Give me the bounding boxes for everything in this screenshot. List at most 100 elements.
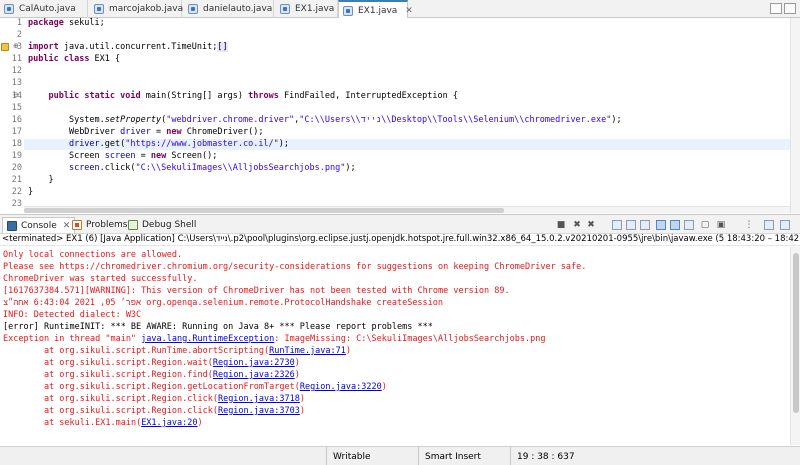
show-on-stderr-icon[interactable] [670, 220, 680, 230]
tab-label: Debug Shell [142, 220, 197, 230]
editor-tab-calauto[interactable]: CalAuto.java [0, 0, 88, 18]
line-number: 13 [11, 78, 22, 88]
editor-tab-ex1-active[interactable]: EX1.java ✕ [338, 0, 413, 19]
code-editor[interactable]: 1 2 ⊕ 3 11 12 13 ⊖ 14 15 16 17 18 19 20 … [0, 18, 800, 213]
code-line-11: public class EX1 { [28, 54, 121, 64]
word-wrap-icon[interactable] [640, 220, 650, 230]
console-output[interactable]: Only local connections are allowed. Plea… [0, 247, 790, 445]
line-number: 14 [11, 91, 22, 101]
line-number: 11 [11, 54, 22, 64]
editor-tab-label: EX1.java [358, 5, 398, 16]
editor-vertical-scrollbar[interactable] [790, 18, 800, 213]
stack-trace-line: at org.sikuli.script.Region.wait(Region.… [33, 358, 300, 368]
line-number: 21 [11, 175, 22, 185]
editor-horizontal-scrollbar[interactable] [24, 206, 790, 213]
editor-window-controls [770, 3, 796, 14]
scrollbar-thumb[interactable] [24, 208, 504, 213]
line-number: 1 [16, 18, 22, 28]
open-console-icon[interactable]: ▣ [716, 220, 726, 230]
console-line: ChromeDriver was started successfully. [3, 274, 198, 284]
stack-trace-line: at org.sikuli.script.Region.click(Region… [33, 394, 305, 404]
clear-console-icon[interactable] [612, 220, 622, 230]
java-file-icon [4, 4, 14, 14]
stack-trace-link[interactable]: EX1.java:20 [141, 418, 197, 428]
code-line-3: import java.util.concurrent.TimeUnit;[] [28, 42, 228, 52]
console-line: Please see https://chromedriver.chromium… [3, 262, 587, 272]
warning-icon [1, 43, 9, 51]
line-number: 2 [16, 30, 22, 40]
close-tab-icon[interactable]: ✕ [405, 6, 413, 16]
console-line: [1617637384.571][WARNING]: This version … [3, 286, 510, 296]
editor-tab-label: marcojakob.java [109, 4, 184, 14]
pin-icon[interactable] [684, 220, 694, 230]
console-line: INFO: Detected dialect: W3C [3, 310, 142, 320]
launch-description: <terminated> EX1 (6) [Java Application] … [0, 234, 800, 246]
code-line-20: screen.click("C:\\SekuliImages\\AlljobsS… [68, 163, 356, 173]
editor-tab-label: EX1.java [295, 4, 335, 14]
code-line-16: System.setProperty("webdriver.chrome.dri… [68, 115, 622, 125]
minimize-icon[interactable] [770, 3, 782, 14]
maximize-icon[interactable] [784, 3, 796, 14]
remove-launch-icon[interactable]: ✖ [572, 220, 582, 230]
code-line-1: package sekuli; [28, 18, 105, 28]
show-on-stdout-icon[interactable] [656, 220, 666, 230]
stack-trace-link[interactable]: RunTime.java:71 [269, 346, 346, 356]
editor-tab-label: CalAuto.java [19, 4, 76, 14]
tab-console[interactable]: Console ✕ [2, 217, 76, 233]
display-selected-console-icon[interactable]: ▢ [700, 220, 710, 230]
line-number: 20 [11, 163, 22, 173]
line-number: 23 [11, 199, 22, 209]
line-number: 15 [11, 103, 22, 113]
console-icon [7, 220, 17, 231]
exception-line: Exception in thread "main" java.lang.Run… [3, 334, 546, 344]
remove-all-icon[interactable]: ✖ [586, 220, 596, 230]
line-number: 16 [11, 115, 22, 125]
terminate-icon[interactable]: ■ [556, 220, 566, 230]
code-line-14: public static void main(String[] args) t… [48, 91, 458, 101]
stack-trace-line: at org.sikuli.script.Region.find(Region.… [33, 370, 300, 380]
stack-trace-line: at sekuli.EX1.main(EX1.java:20) [33, 418, 203, 428]
editor-tab-bar: CalAuto.java marcojakob.java danielauto.… [0, 0, 800, 19]
console-line: אפר׳ 05, 2021 6:43:04 אחה״צ org.openqa.s… [3, 298, 444, 308]
stack-trace-link[interactable]: Region.java:2326 [213, 370, 295, 380]
code-text-area[interactable]: package sekuli; import java.util.concurr… [28, 18, 788, 213]
tab-debug-shell[interactable]: Debug Shell [128, 217, 196, 233]
stack-trace-line: at org.sikuli.script.Region.getLocationF… [33, 382, 387, 392]
tab-problems[interactable]: Problems [72, 217, 127, 233]
stack-trace-line: at org.sikuli.script.Region.click(Region… [33, 406, 305, 416]
code-line-21: } [48, 175, 54, 185]
status-insert-mode: Smart Insert [418, 447, 510, 465]
scroll-lock-icon[interactable] [626, 220, 636, 230]
code-line-17: WebDriver driver = new ChromeDriver(); [68, 127, 264, 137]
stack-trace-link[interactable]: Region.java:2730 [213, 358, 295, 368]
console-line: Only local connections are allowed. [3, 250, 183, 260]
code-line-22: } [28, 187, 34, 197]
tab-label: Console [21, 220, 57, 231]
close-icon[interactable]: ✕ [63, 221, 71, 231]
maximize-icon[interactable] [780, 220, 790, 230]
line-number: 12 [11, 66, 22, 76]
line-number-ruler: 1 2 ⊕ 3 11 12 13 ⊖ 14 15 16 17 18 19 20 … [0, 18, 24, 213]
tab-label: Problems [86, 220, 128, 230]
editor-tab-ex1[interactable]: EX1.java [276, 0, 338, 18]
problems-icon [72, 220, 82, 230]
stack-trace-line: at org.sikuli.script.RunTime.abortScript… [33, 346, 352, 356]
line-number: 22 [11, 187, 22, 197]
status-bar: Writable Smart Insert 19 : 38 : 637 [0, 446, 800, 465]
scrollbar-thumb[interactable] [793, 253, 799, 413]
exception-link[interactable]: java.lang.RuntimeException [141, 334, 274, 344]
editor-tab-danielauto[interactable]: danielauto.java [184, 0, 274, 18]
stack-trace-link[interactable]: Region.java:3220 [300, 382, 382, 392]
java-file-icon [188, 4, 198, 14]
console-vertical-scrollbar[interactable] [790, 247, 800, 445]
editor-tab-marcojakob[interactable]: marcojakob.java [90, 0, 184, 18]
view-menu-icon[interactable]: ⋮ [744, 220, 754, 230]
stack-trace-link[interactable]: Region.java:3718 [218, 394, 300, 404]
stack-trace-link[interactable]: Region.java:3703 [218, 406, 300, 416]
debug-shell-icon [128, 220, 138, 230]
java-file-icon [280, 4, 290, 14]
code-line-19: Screen screen = new Screen(); [68, 151, 218, 161]
minimize-icon[interactable] [764, 220, 774, 230]
console-line: [error] RuntimeINIT: *** BE AWARE: Runni… [3, 322, 433, 332]
java-file-icon [94, 4, 104, 14]
